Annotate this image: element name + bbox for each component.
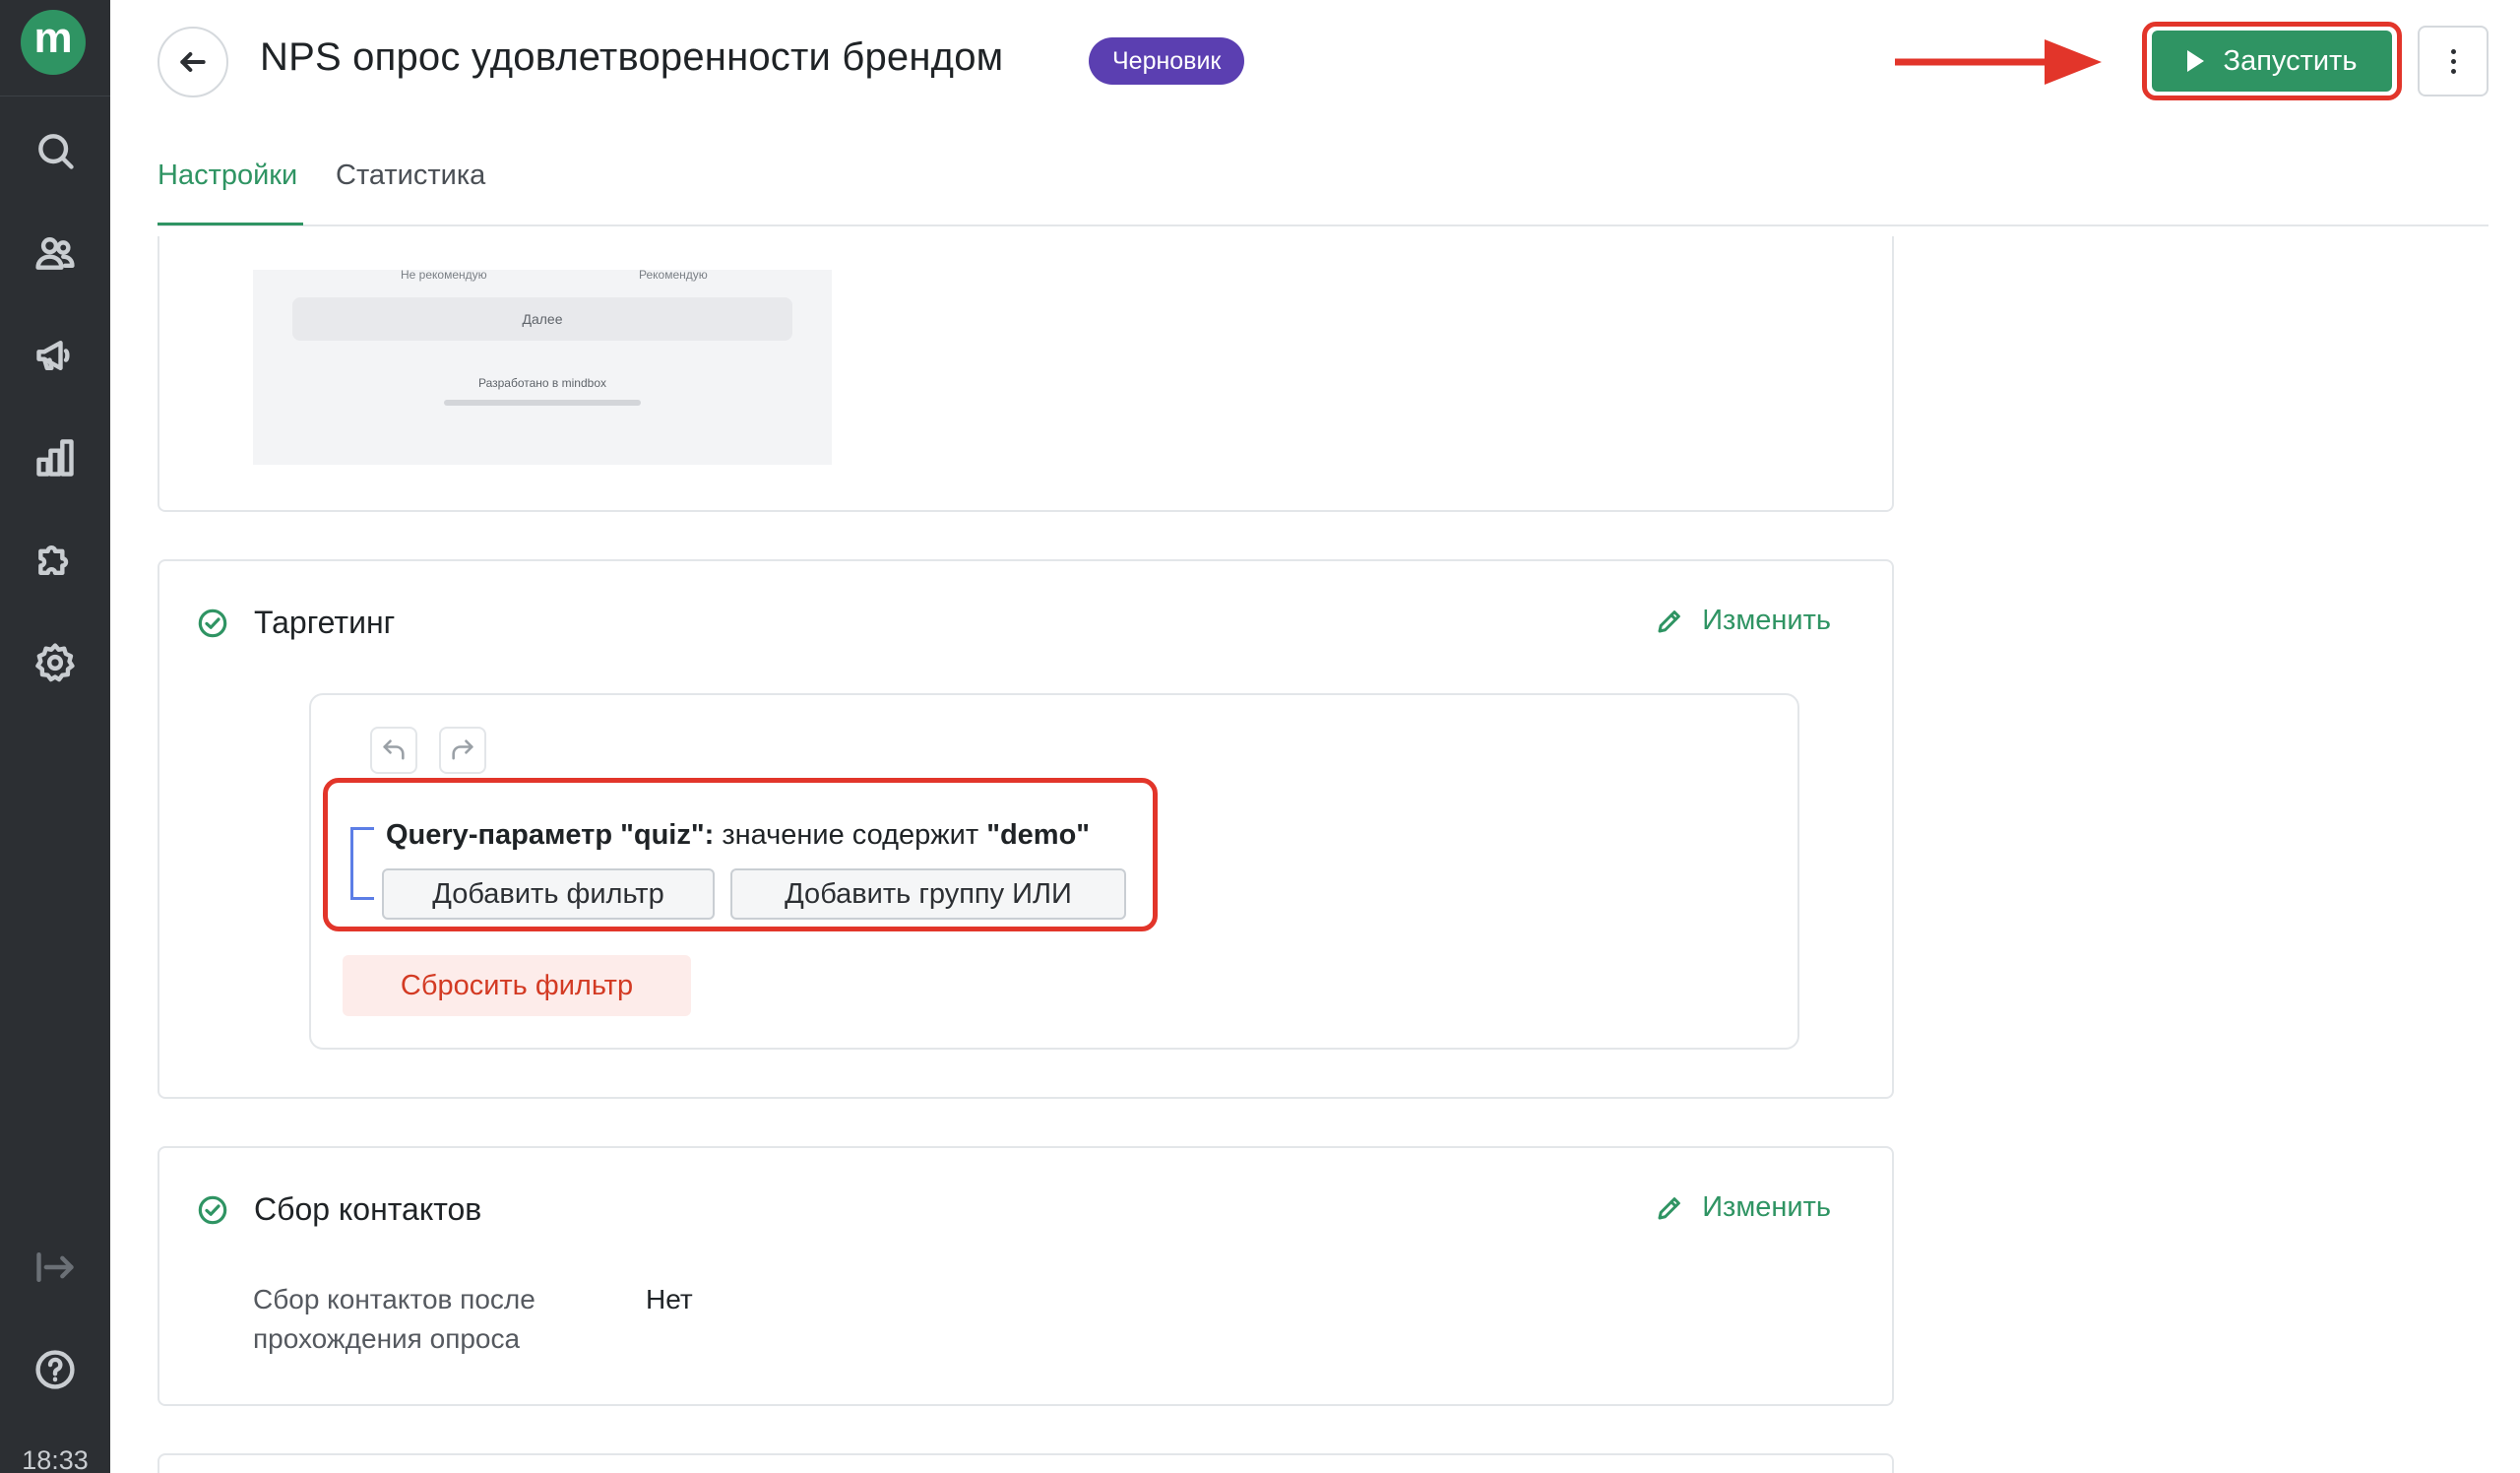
targeting-edit-link[interactable]: Изменить (1655, 605, 1831, 637)
next-card (158, 1453, 1894, 1473)
arrow-left-icon (180, 52, 206, 72)
condition-param: Query-параметр "quiz": (386, 819, 715, 851)
preview-next-button: Далее (292, 297, 792, 341)
check-circle-icon (197, 1194, 228, 1226)
search-icon[interactable] (31, 126, 80, 175)
logo-letter: m (33, 14, 73, 62)
preview-bar (444, 400, 641, 406)
contacts-edit-label: Изменить (1702, 1191, 1831, 1223)
filter-condition[interactable]: Query-параметр "quiz": значение содержит… (386, 819, 1090, 852)
chart-icon[interactable] (31, 433, 80, 482)
pencil-icon (1658, 1196, 1681, 1219)
back-button[interactable] (158, 27, 228, 97)
launch-button[interactable]: Запустить (2152, 31, 2392, 92)
targeting-edit-label: Изменить (1702, 605, 1831, 636)
contacts-edit-link[interactable]: Изменить (1655, 1191, 1831, 1224)
gear-icon[interactable] (31, 638, 80, 687)
condition-operator: значение содержит (714, 819, 987, 851)
tab-settings[interactable]: Настройки (158, 160, 297, 192)
filter-builder: Query-параметр "quiz": значение содержит… (309, 693, 1799, 1050)
preview-left-label: Не рекомендую (401, 270, 487, 282)
contacts-header: Сбор контактов (197, 1191, 481, 1228)
contacts-title: Сбор контактов (254, 1191, 482, 1227)
active-tab-indicator (158, 223, 303, 225)
status-badge: Черновик (1089, 37, 1245, 85)
targeting-header: Таргетинг (197, 605, 395, 641)
collapse-icon[interactable] (31, 1243, 80, 1292)
users-icon[interactable] (31, 228, 80, 278)
preview-powered-by: Разработано в mindbox (477, 376, 606, 390)
survey-preview: Не рекомендую Рекомендую Далее Разработа… (253, 270, 832, 465)
design-card: Не рекомендую Рекомендую Далее Разработа… (158, 236, 1894, 512)
tab-statistics[interactable]: Статистика (336, 160, 485, 192)
redo-button[interactable] (439, 727, 486, 774)
tabs-divider (158, 224, 2488, 226)
redo-icon (452, 739, 473, 760)
pencil-icon (1658, 609, 1681, 632)
dot (2450, 58, 2456, 64)
help-icon[interactable] (31, 1345, 80, 1394)
page-title: NPS опрос удовлетворенности брендом (260, 35, 1004, 79)
condition-value: "demo" (986, 819, 1091, 851)
contacts-card: Сбор контактов Изменить Сбор контактов п… (158, 1146, 1894, 1406)
add-filter-button[interactable]: Добавить фильтр (382, 868, 715, 920)
preview-right-label: Рекомендую (639, 270, 708, 282)
targeting-title: Таргетинг (254, 605, 396, 640)
reset-filter-button[interactable]: Сбросить фильтр (343, 955, 691, 1016)
contacts-row-value: Нет (646, 1284, 693, 1314)
megaphone-icon[interactable] (31, 331, 80, 380)
logo[interactable]: m (21, 10, 86, 75)
undo-button[interactable] (370, 727, 417, 774)
add-or-group-button[interactable]: Добавить группу ИЛИ (730, 868, 1126, 920)
annotation-arrow-icon (1895, 39, 2102, 85)
contacts-row-label: Сбор контактов после прохождения опроса (253, 1284, 536, 1354)
puzzle-icon[interactable] (31, 536, 80, 585)
dots-icon (2450, 48, 2456, 54)
or-group-bracket (350, 827, 374, 900)
dot (2450, 68, 2456, 74)
undo-icon (383, 739, 405, 760)
clock-time: 18:33 (22, 1445, 89, 1473)
launch-button-label: Запустить (2223, 44, 2358, 77)
check-circle-icon (197, 608, 228, 639)
sidebar: m 18:33 (0, 0, 110, 1473)
more-options-button[interactable] (2418, 26, 2488, 96)
targeting-card: Таргетинг Изменить Query-параметр "quiz"… (158, 559, 1894, 1099)
play-icon (2186, 50, 2204, 72)
